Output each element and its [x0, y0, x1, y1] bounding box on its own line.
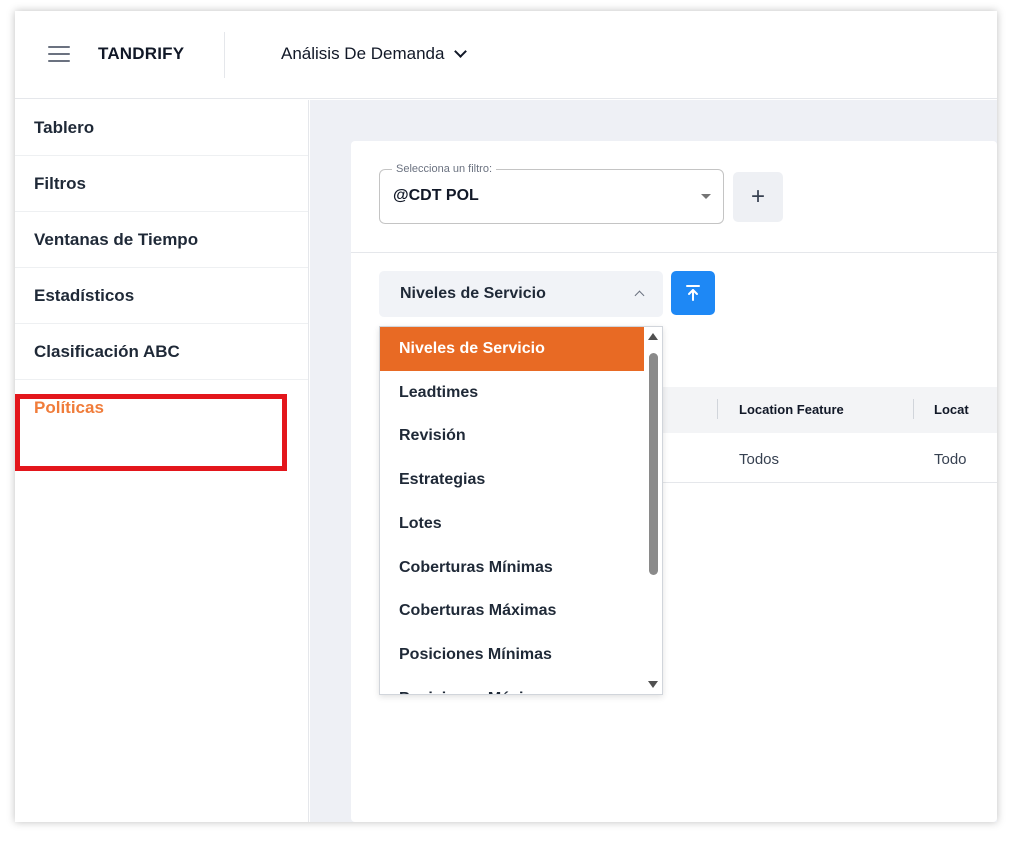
sidebar-item-clasificacion-abc[interactable]: Clasificación ABC	[15, 324, 308, 380]
filter-select-value: @CDT POL	[393, 187, 479, 204]
brand-logo: TANDRIFY	[98, 44, 185, 63]
policies-card: Selecciona un filtro: @CDT POL + lue Loc…	[351, 141, 997, 822]
dropdown-option-estrategias[interactable]: Estrategias	[380, 458, 645, 502]
upload-icon	[686, 285, 700, 301]
section-divider	[351, 252, 997, 253]
dropdown-option-coberturas-minimas[interactable]: Coberturas Mínimas	[380, 546, 645, 590]
sidebar-item-label: Tablero	[34, 117, 95, 137]
table-cell: Todos	[739, 451, 780, 468]
sidebar-item-label: Clasificación ABC	[34, 341, 180, 361]
sidebar-item-filtros[interactable]: Filtros	[15, 156, 308, 212]
header-divider	[224, 32, 225, 78]
add-filter-button[interactable]: +	[733, 172, 783, 222]
module-label: Análisis De Demanda	[281, 44, 445, 63]
policy-type-select-value: Niveles de Servicio	[400, 285, 546, 302]
caret-down-icon	[701, 194, 711, 199]
dropdown-option-posiciones-minimas[interactable]: Posiciones Mínimas	[380, 633, 645, 677]
scroll-down-arrow-icon[interactable]	[648, 681, 658, 688]
sidebar-item-ventanas-de-tiempo[interactable]: Ventanas de Tiempo	[15, 212, 308, 268]
policy-type-select[interactable]: Niveles de Servicio	[379, 271, 663, 317]
dropdown-option-posiciones-maximas[interactable]: Posiciones Máximas	[380, 677, 645, 694]
module-selector[interactable]: Análisis De Demanda	[281, 44, 468, 64]
upload-button[interactable]	[671, 271, 715, 315]
dropdown-scrollbar[interactable]	[644, 327, 662, 694]
column-header[interactable]: Locat	[934, 402, 969, 417]
dropdown-option-leadtimes[interactable]: Leadtimes	[380, 371, 645, 415]
plus-icon: +	[750, 183, 765, 210]
sidebar-item-label: Estadísticos	[34, 285, 135, 305]
dropdown-option-lotes[interactable]: Lotes	[380, 502, 645, 546]
chevron-up-icon	[634, 290, 645, 301]
hamburger-menu-icon[interactable]	[48, 46, 70, 62]
scroll-up-arrow-icon[interactable]	[648, 333, 658, 340]
scrollbar-thumb[interactable]	[649, 353, 658, 575]
chevron-down-icon	[454, 45, 468, 58]
dropdown-option-revision[interactable]: Revisión	[380, 415, 645, 459]
dropdown-option-coberturas-maximas[interactable]: Coberturas Máximas	[380, 590, 645, 634]
table-cell: Todo	[934, 451, 967, 468]
dropdown-option-niveles-de-servicio[interactable]: Niveles de Servicio	[380, 327, 645, 371]
sidebar-item-label: Filtros	[34, 173, 86, 193]
policy-type-dropdown-list: Niveles de Servicio Leadtimes Revisión E…	[379, 326, 663, 695]
filter-select-label: Selecciona un filtro:	[392, 163, 496, 175]
column-separator[interactable]	[717, 399, 718, 419]
filter-select[interactable]: Selecciona un filtro: @CDT POL	[379, 163, 724, 224]
main-content: Selecciona un filtro: @CDT POL + lue Loc…	[310, 100, 997, 822]
sidebar-item-estadisticos[interactable]: Estadísticos	[15, 268, 308, 324]
app-window: TANDRIFY Análisis De Demanda Tablero Fil…	[15, 11, 997, 822]
sidebar-item-tablero[interactable]: Tablero	[15, 100, 308, 156]
sidebar-item-label: Ventanas de Tiempo	[34, 229, 199, 249]
column-separator[interactable]	[913, 399, 914, 419]
annotation-highlight-box	[15, 394, 287, 471]
column-header[interactable]: Location Feature	[739, 402, 844, 417]
top-bar: TANDRIFY Análisis De Demanda	[15, 11, 997, 99]
